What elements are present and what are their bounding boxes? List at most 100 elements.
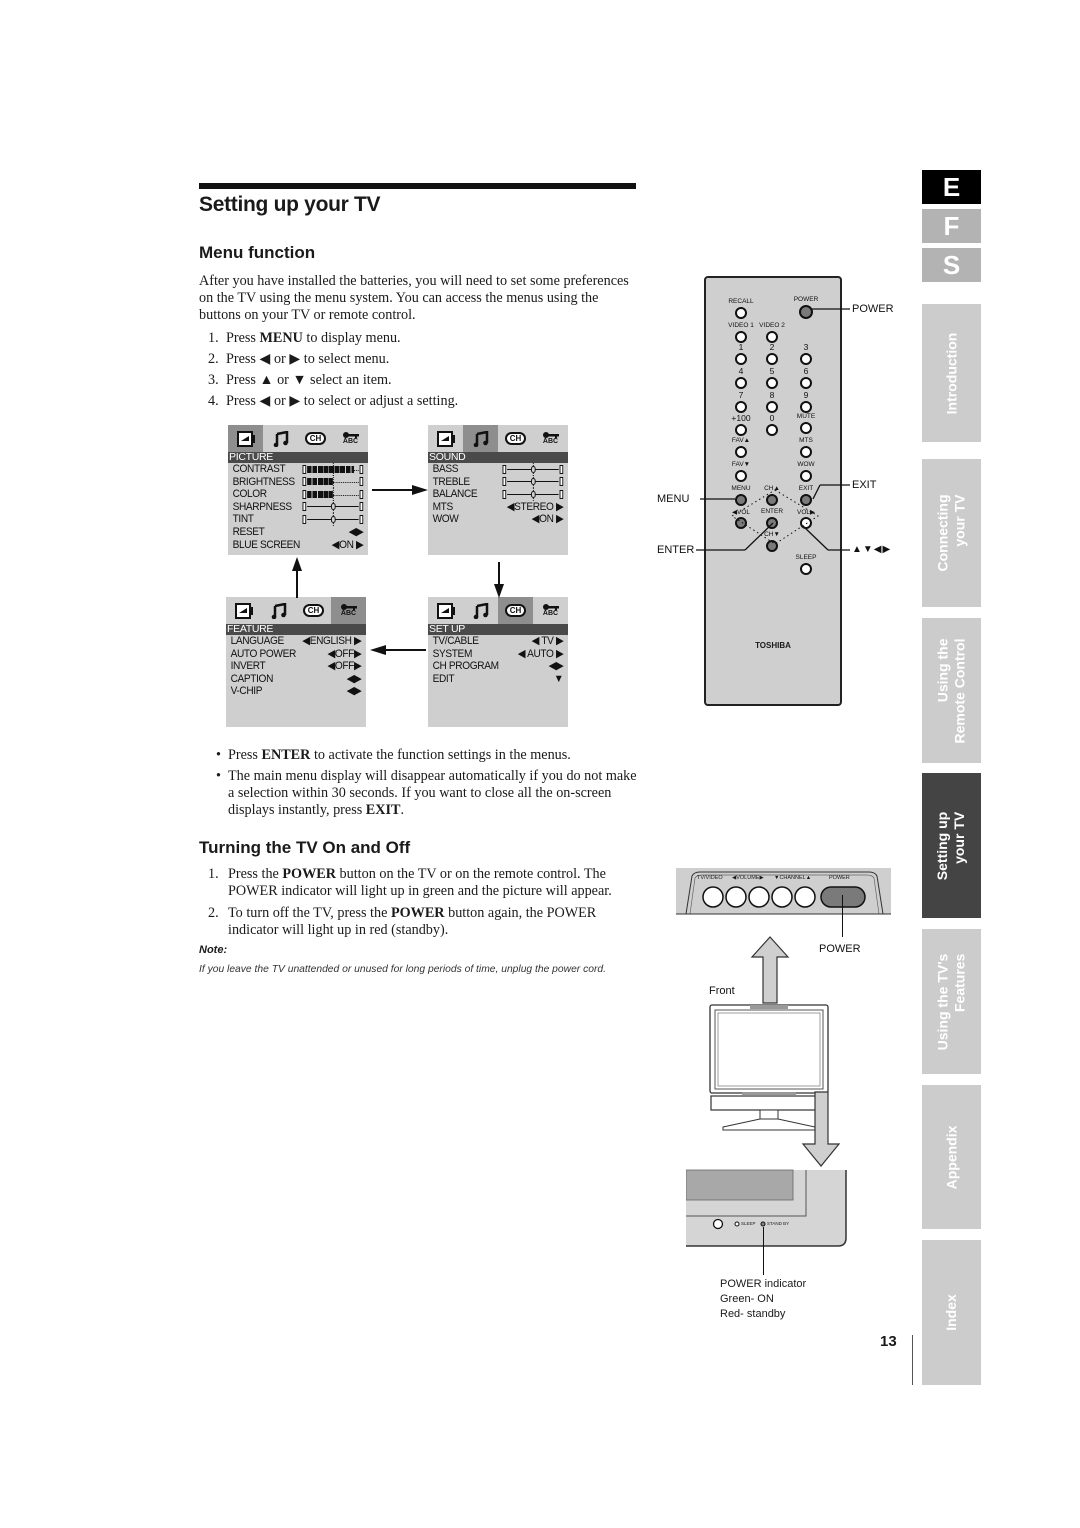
osd-row-value[interactable]: ◀▶ (347, 673, 362, 685)
osd-tab-bar: CH ABC (228, 425, 368, 452)
osd-slider[interactable] (302, 512, 364, 526)
osd-row-label: WOW (432, 513, 459, 526)
section-tab-using-the-remote-control[interactable]: Using the Remote Control (922, 618, 981, 763)
osd-menu-row[interactable]: BALANCE (428, 487, 567, 501)
osd-menu-row[interactable]: TREBLE (428, 475, 567, 489)
osd-menu-row[interactable]: TV/CABLE ◀ TV ▶ (428, 635, 567, 648)
osd-row-value[interactable]: ◀▶ (347, 685, 362, 697)
osd-menu-feature: CH ABC FEATURE LANGUAGE ◀ENGLISH ▶ AUTO POWER… (226, 597, 366, 727)
osd-tab[interactable] (263, 425, 298, 452)
channel-icon: CH (504, 604, 527, 617)
osd-level-bar[interactable] (302, 462, 364, 476)
remote-callout-lines (696, 308, 850, 551)
osd-row-value[interactable]: ◀ENGLISH ▶ (302, 635, 362, 647)
osd-menu-row[interactable]: AUTO POWER ◀OFF▶ (226, 648, 365, 661)
osd-menu-row[interactable]: SHARPNESS (228, 500, 367, 514)
bullet-item: • Press ENTER to activate the function s… (216, 747, 571, 763)
osd-row-value[interactable]: ◀STEREO ▶ (507, 501, 564, 513)
osd-row-value[interactable]: ▼ (554, 673, 564, 685)
language-tab-f[interactable]: F (922, 209, 981, 243)
osd-tab[interactable]: ABC (533, 425, 568, 452)
osd-menu-row[interactable]: COLOR (228, 487, 367, 501)
osd-slider[interactable] (502, 462, 564, 476)
osd-slider[interactable] (502, 475, 564, 489)
osd-level-bar[interactable] (302, 475, 364, 489)
section-tab-label: Introduction (943, 332, 960, 414)
osd-menu-row[interactable]: INVERT ◀OFF▶ (226, 660, 365, 673)
osd-row-label: EDIT (432, 672, 455, 685)
osd-tab[interactable] (463, 425, 498, 452)
osd-tab[interactable]: CH (296, 597, 331, 624)
osd-row-value[interactable]: ◀OFF▶ (327, 660, 361, 672)
osd-menu-row[interactable]: TINT (228, 512, 367, 526)
section-heading-turning-on-off: Turning the TV On and Off (199, 838, 411, 857)
section-tab-label: Setting up your TV (935, 811, 969, 879)
section-tab-using-the-tv-s-features[interactable]: Using the TV's Features (922, 929, 981, 1074)
osd-slider[interactable] (502, 487, 564, 501)
section-tab-index[interactable]: Index (922, 1240, 981, 1385)
section-tab-line: Using the TV's (934, 953, 951, 1050)
osd-row-label: LANGUAGE (230, 635, 285, 647)
osd-menu-row[interactable]: BRIGHTNESS (228, 475, 367, 489)
section-tab-connecting-your-tv[interactable]: Connecting your TV (922, 459, 981, 607)
osd-row-value[interactable]: ◀▶ (549, 660, 564, 672)
section-tab-line: Features (951, 953, 968, 1012)
osd-menu-header: FEATURE (226, 624, 366, 635)
osd-menu-header: SET UP (428, 624, 568, 635)
key-abc-icon: ABC (342, 432, 360, 445)
section-tab-appendix[interactable]: Appendix (922, 1085, 981, 1229)
section-tab-line: Using the (934, 638, 951, 702)
osd-row-value[interactable]: ◀ AUTO ▶ (518, 648, 564, 660)
osd-menu-header: PICTURE (228, 452, 368, 463)
osd-row-value[interactable]: ◀ON ▶ (332, 539, 364, 551)
section-tab-introduction[interactable]: Introduction (922, 304, 981, 442)
osd-tab[interactable]: CH (498, 425, 533, 452)
osd-slider[interactable] (302, 500, 364, 514)
osd-tab[interactable] (226, 597, 261, 624)
osd-tab[interactable]: CH (498, 597, 533, 624)
osd-tab[interactable] (428, 597, 463, 624)
osd-row-value[interactable]: ◀OFF▶ (327, 648, 361, 660)
osd-row-label: BRIGHTNESS (232, 475, 295, 488)
osd-menu-row[interactable]: CH PROGRAM ◀▶ (428, 660, 567, 673)
osd-tab[interactable] (228, 425, 263, 452)
osd-row-label: TV/CABLE (432, 635, 479, 647)
osd-menu-row[interactable]: LANGUAGE ◀ENGLISH ▶ (226, 635, 365, 648)
osd-menu-row[interactable]: V-CHIP ◀▶ (226, 685, 365, 698)
osd-menu-sound: CH ABC SOUND BASS TREBLE BALANCE MTS ◀STEREO ▶ W… (428, 425, 568, 555)
page-number-rule (912, 1335, 913, 1385)
osd-menu-row[interactable]: BLUE SCREEN ◀ON ▶ (228, 539, 367, 552)
osd-menu-row[interactable]: WOW ◀ON ▶ (428, 513, 567, 526)
osd-tab[interactable]: ABC (533, 597, 568, 624)
osd-level-bar[interactable] (302, 487, 364, 501)
big-arrow-down-icon (801, 1091, 841, 1167)
osd-menu-row[interactable]: SYSTEM ◀ AUTO ▶ (428, 648, 567, 661)
language-tab-s[interactable]: S (922, 248, 981, 282)
language-tab-e[interactable]: E (922, 170, 981, 204)
osd-row-label: COLOR (232, 488, 268, 501)
picture-icon (236, 430, 255, 447)
power-indicator-caption: POWER indicator Green- ON Red- standby (720, 1278, 807, 1320)
osd-tab[interactable] (428, 425, 463, 452)
section-tab-setting-up-your-tv[interactable]: Setting up your TV (922, 773, 981, 918)
osd-tab[interactable] (261, 597, 296, 624)
osd-menu-row[interactable]: MTS ◀STEREO ▶ (428, 501, 567, 514)
osd-tab[interactable] (463, 597, 498, 624)
osd-menu-row[interactable]: RESET ◀▶ (228, 526, 367, 539)
osd-menu-row[interactable]: CAPTION ◀▶ (226, 673, 365, 686)
osd-menu-row[interactable]: CONTRAST (228, 462, 367, 476)
osd-tab[interactable]: CH (298, 425, 333, 452)
osd-tab[interactable]: ABC (331, 597, 366, 624)
note-label: Note: (199, 944, 228, 956)
osd-row-value[interactable]: ◀▶ (349, 526, 364, 538)
callout-menu: MENU (657, 493, 690, 505)
osd-menu-row[interactable]: EDIT ▼ (428, 673, 567, 686)
arrow-down-icon (494, 562, 504, 598)
osd-menu-row[interactable]: BASS (428, 462, 567, 476)
osd-tab[interactable]: ABC (333, 425, 368, 452)
osd-row-value[interactable]: ◀ON ▶ (532, 513, 564, 525)
osd-row-label: CONTRAST (232, 463, 286, 475)
panel-label-tv-video: TV/VIDEO (697, 875, 723, 881)
osd-row-value[interactable]: ◀ TV ▶ (532, 635, 564, 647)
remote-button-sleep[interactable] (800, 563, 812, 575)
